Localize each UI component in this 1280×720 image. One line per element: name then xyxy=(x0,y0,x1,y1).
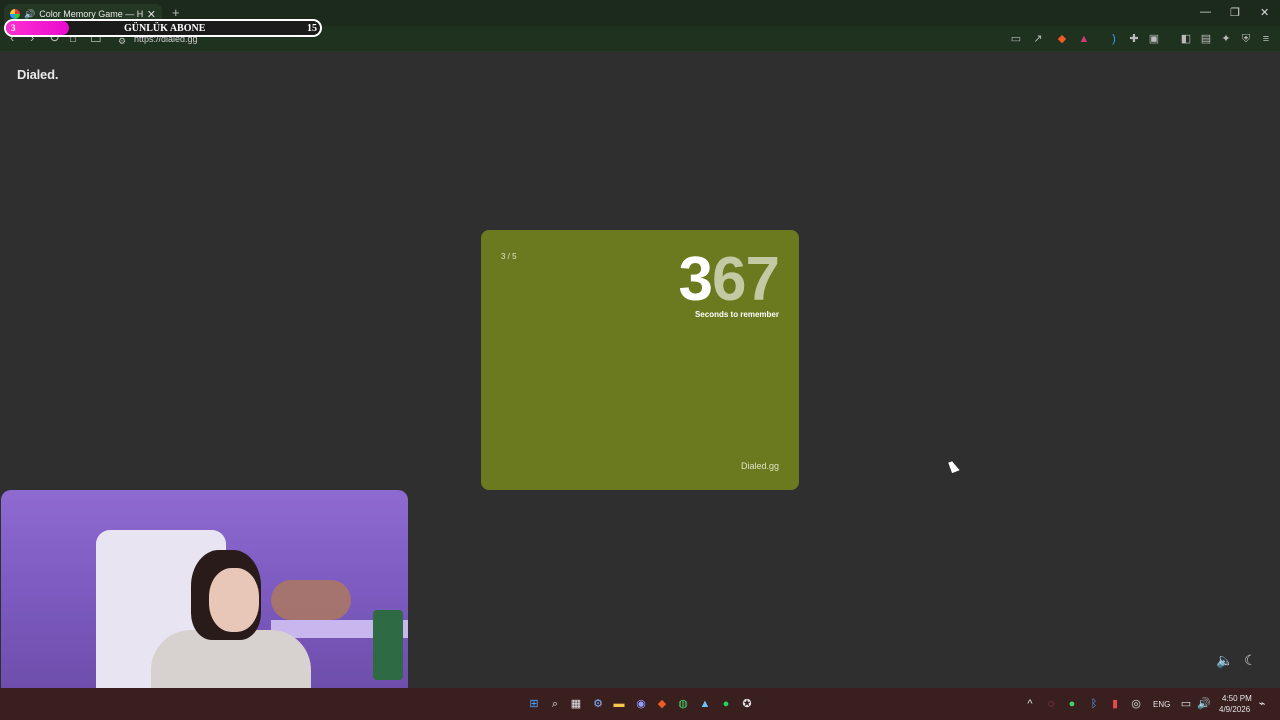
wallet-icon[interactable]: ▤ xyxy=(1200,33,1212,45)
tray-chevron-icon[interactable]: ^ xyxy=(1024,698,1036,710)
settings-icon[interactable]: ⚙ xyxy=(592,698,604,710)
screenshot-icon[interactable]: ▣ xyxy=(1148,33,1160,45)
taskview-icon[interactable]: ▦ xyxy=(570,698,582,710)
timer-fraction: 67 xyxy=(712,245,780,314)
round-counter: 3 / 5 xyxy=(501,252,517,261)
language-indicator[interactable]: ENG xyxy=(1153,700,1170,709)
search-icon[interactable]: ⌕ xyxy=(549,698,561,710)
clock-date[interactable]: 4/9/2026 xyxy=(1219,705,1250,714)
tray-app-icon[interactable]: ◌ xyxy=(1045,698,1057,710)
webcam-toys xyxy=(271,580,351,620)
site-logo[interactable]: Dialed. xyxy=(17,67,58,82)
subscriber-goal-banner: 3 GÜNLÜK ABONE 15 xyxy=(4,19,322,37)
color-card: 3 / 5 367 Seconds to remember Dialed.gg xyxy=(481,230,799,490)
restore-icon[interactable]: ❐ xyxy=(1230,6,1240,19)
mic-icon[interactable]: ▮ xyxy=(1109,698,1121,710)
sound-toggle-icon[interactable]: 🔈 xyxy=(1216,652,1233,669)
discord-icon[interactable]: ◉ xyxy=(635,698,647,710)
vpn-icon[interactable]: ⛨ xyxy=(1240,33,1252,45)
display-icon[interactable]: ▭ xyxy=(1180,698,1192,710)
tab-title: Color Memory Game — How xyxy=(39,9,143,19)
webcam-overlay xyxy=(1,490,408,718)
share-icon[interactable]: ↗ xyxy=(1032,33,1044,45)
brave-icon[interactable]: ◆ xyxy=(656,698,668,710)
card-brand: Dialed.gg xyxy=(740,461,779,471)
bluetooth-icon[interactable]: ᛒ xyxy=(1088,698,1100,710)
speaker-icon[interactable]: 🔊 xyxy=(24,9,35,20)
sidebar-icon[interactable]: ◧ xyxy=(1180,33,1192,45)
photos-icon[interactable]: ▲ xyxy=(699,698,711,710)
whatsapp-icon[interactable]: ◍ xyxy=(677,698,689,710)
tray-status-icon[interactable]: ● xyxy=(1066,698,1078,710)
sound-icon[interactable]: ) xyxy=(1108,33,1120,45)
files-icon[interactable]: ▬ xyxy=(613,698,625,710)
clock-time[interactable]: 4:50 PM xyxy=(1222,694,1252,703)
leo-icon[interactable]: ✦ xyxy=(1220,33,1232,45)
countdown-timer: 367 xyxy=(678,244,780,316)
minimize-icon[interactable]: — xyxy=(1200,6,1211,18)
network-icon[interactable]: ◎ xyxy=(1130,698,1142,710)
goal-target: 15 xyxy=(307,23,317,34)
start-icon[interactable]: ⊞ xyxy=(528,698,540,710)
close-window-icon[interactable]: ✕ xyxy=(1260,6,1269,19)
timer-seconds: 3 xyxy=(678,245,713,314)
menu-icon[interactable]: ≡ xyxy=(1260,33,1272,45)
webcam-bottle xyxy=(373,610,403,680)
dark-mode-icon[interactable]: ☾ xyxy=(1244,652,1257,669)
mouse-cursor xyxy=(948,459,960,474)
favicon-icon xyxy=(10,9,20,19)
new-tab-icon[interactable]: + xyxy=(172,5,180,20)
goal-current: 3 xyxy=(11,23,16,33)
notifications-icon[interactable]: ⌁ xyxy=(1256,698,1268,710)
misc-icon[interactable]: ✪ xyxy=(741,698,753,710)
extensions-icon[interactable]: ✚ xyxy=(1128,33,1140,45)
spotify-icon[interactable]: ● xyxy=(720,698,732,710)
timer-label: Seconds to remember xyxy=(694,310,779,319)
brave-shield-icon[interactable]: ◆ xyxy=(1056,33,1068,45)
volume-icon[interactable]: 🔊 xyxy=(1197,698,1211,710)
goal-label: GÜNLÜK ABONE xyxy=(124,23,206,34)
cast-icon[interactable]: ▭ xyxy=(1010,33,1022,45)
rewards-icon[interactable]: ▲ xyxy=(1078,33,1090,45)
webcam-person-face xyxy=(209,568,259,632)
